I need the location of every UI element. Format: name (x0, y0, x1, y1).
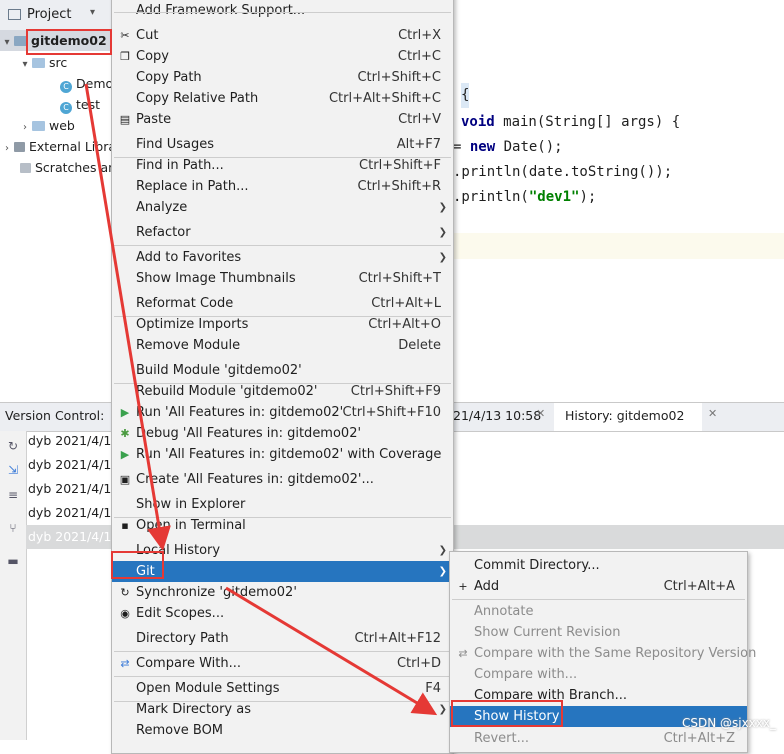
annotation-arrows (84, 83, 438, 716)
arrow-to-show-history (225, 586, 438, 716)
arrow-to-git (84, 83, 171, 551)
watermark: CSDN @sjxxxx_ (681, 716, 776, 730)
